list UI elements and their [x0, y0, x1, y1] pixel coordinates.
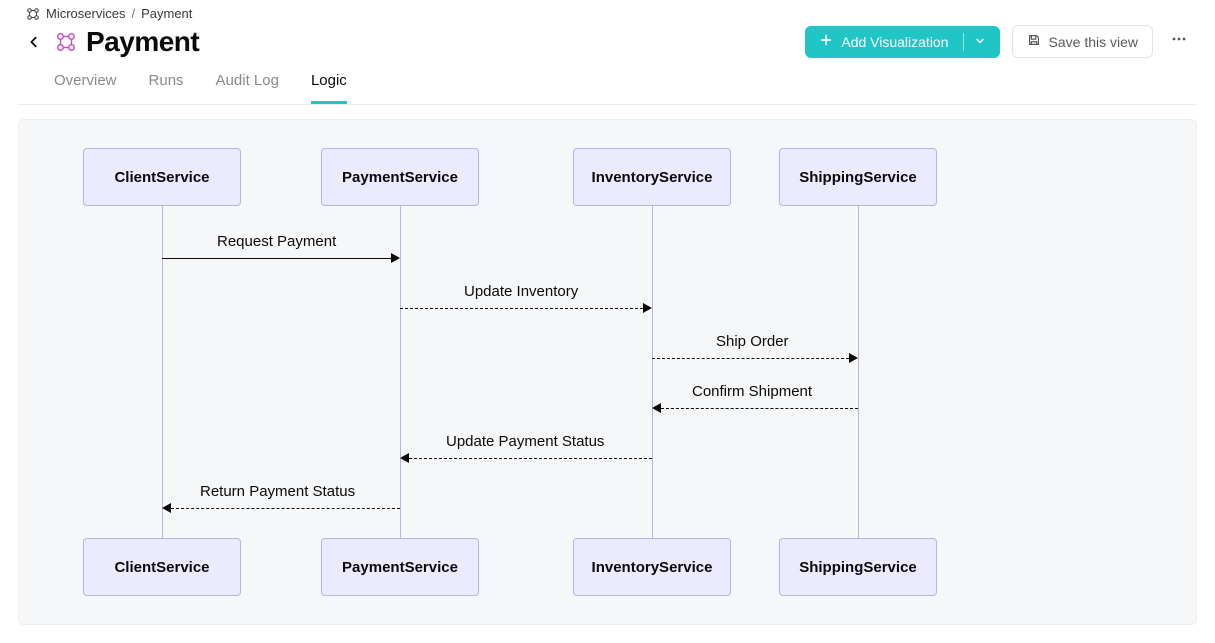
- message-label-4: Update Payment Status: [446, 433, 604, 450]
- message-label-2: Ship Order: [716, 333, 789, 350]
- breadcrumb-separator: /: [131, 6, 135, 21]
- lifeline-2: [652, 206, 653, 538]
- participant-top-1: PaymentService: [321, 148, 479, 206]
- arrowhead-0: [391, 253, 400, 263]
- add-visualization-label: Add Visualization: [841, 34, 948, 50]
- back-button[interactable]: [24, 32, 44, 52]
- message-line-3: [661, 408, 858, 409]
- arrowhead-3: [652, 403, 661, 413]
- arrowhead-4: [400, 453, 409, 463]
- message-label-3: Confirm Shipment: [692, 383, 812, 400]
- arrowhead-1: [643, 303, 652, 313]
- arrowhead-2: [849, 353, 858, 363]
- message-label-1: Update Inventory: [464, 283, 578, 300]
- tab-runs[interactable]: Runs: [149, 72, 184, 104]
- participant-bottom-3: ShippingService: [779, 538, 937, 596]
- plus-icon: [819, 33, 833, 50]
- participant-top-3: ShippingService: [779, 148, 937, 206]
- network-icon: [26, 7, 40, 21]
- participant-top-2: InventoryService: [573, 148, 731, 206]
- save-view-label: Save this view: [1049, 34, 1138, 50]
- breadcrumb-current: Payment: [141, 6, 192, 21]
- message-line-2: [652, 358, 849, 359]
- save-view-button[interactable]: Save this view: [1012, 25, 1153, 58]
- titlebar: Payment Add Visualization Save this view: [0, 23, 1215, 58]
- tab-overview[interactable]: Overview: [54, 72, 117, 104]
- more-menu-button[interactable]: [1167, 27, 1191, 56]
- participant-top-0: ClientService: [83, 148, 241, 206]
- chevron-down-icon[interactable]: [974, 34, 986, 50]
- message-line-1: [400, 308, 643, 309]
- tabs: Overview Runs Audit Log Logic: [18, 58, 1197, 105]
- breadcrumb: Microservices / Payment: [0, 0, 1215, 23]
- service-icon: [54, 30, 78, 54]
- breadcrumb-parent[interactable]: Microservices: [46, 6, 125, 21]
- lifeline-0: [162, 206, 163, 538]
- add-visualization-button[interactable]: Add Visualization: [805, 26, 999, 58]
- page-title: Payment: [86, 26, 199, 58]
- button-divider: [963, 33, 964, 51]
- message-line-5: [171, 508, 400, 509]
- save-icon: [1027, 33, 1041, 50]
- participant-bottom-0: ClientService: [83, 538, 241, 596]
- lifeline-3: [858, 206, 859, 538]
- message-line-0: [162, 258, 391, 259]
- sequence-diagram[interactable]: ClientService PaymentService InventorySe…: [18, 119, 1197, 625]
- participant-bottom-2: InventoryService: [573, 538, 731, 596]
- participant-bottom-1: PaymentService: [321, 538, 479, 596]
- message-label-5: Return Payment Status: [200, 483, 355, 500]
- tab-audit-log[interactable]: Audit Log: [216, 72, 279, 104]
- arrowhead-5: [162, 503, 171, 513]
- message-label-0: Request Payment: [217, 233, 336, 250]
- lifeline-1: [400, 206, 401, 538]
- message-line-4: [409, 458, 652, 459]
- tab-logic[interactable]: Logic: [311, 72, 347, 104]
